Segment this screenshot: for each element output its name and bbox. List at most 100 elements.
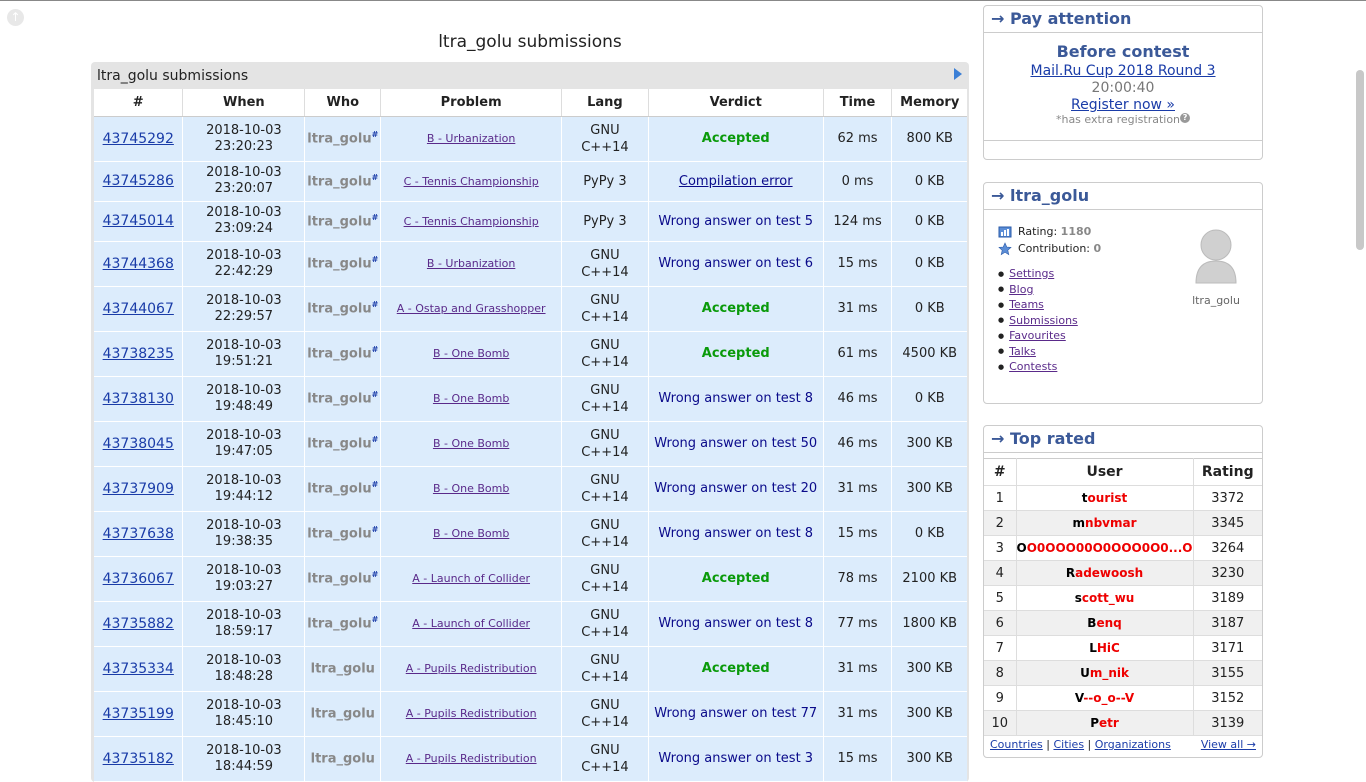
author-name[interactable]: ltra_golu — [307, 132, 371, 147]
table-row: 43735882 2018-10-03 18:59:17 ltra_golu# A - … — [94, 601, 967, 647]
verdict-text: Accepted — [701, 661, 770, 676]
submission-id-link[interactable]: 43744368 — [103, 256, 174, 272]
scroll-top-icon[interactable]: ↑ — [7, 9, 24, 26]
problem-link[interactable]: B - Urbanization — [427, 257, 515, 270]
blog-link[interactable]: Blog — [1009, 283, 1033, 296]
submissions-link[interactable]: Submissions — [1009, 314, 1078, 327]
submission-id-link[interactable]: 43735882 — [103, 616, 174, 632]
author-name[interactable]: ltra_golu — [307, 174, 371, 189]
profile-link-teams[interactable]: Teams — [998, 297, 1078, 313]
help-icon[interactable]: ? — [1180, 113, 1191, 123]
view-all-link[interactable]: View all → — [1201, 738, 1256, 751]
problem-link[interactable]: A - Launch of Collider — [412, 572, 530, 585]
profile-link-contests[interactable]: Contests — [998, 359, 1078, 375]
submission-id-cell: 43737909 — [94, 466, 184, 512]
lang-line-2: C++14 — [581, 444, 629, 460]
lang-cell: GNU C++14 — [561, 421, 649, 467]
countries-link[interactable]: Countries — [990, 738, 1043, 751]
contest-link[interactable]: Mail.Ru Cup 2018 Round 3 — [984, 63, 1262, 79]
submission-id-link[interactable]: 43738045 — [103, 436, 174, 452]
problem-link[interactable]: A - Pupils Redistribution — [406, 662, 537, 675]
memory-cell: 300 KB — [891, 466, 967, 512]
verdict-link[interactable]: Compilation error — [679, 174, 793, 189]
author-name[interactable]: ltra_golu — [307, 617, 371, 632]
organizations-link[interactable]: Organizations — [1095, 738, 1171, 751]
submission-id-link[interactable]: 43745014 — [103, 213, 174, 229]
submission-id-link[interactable]: 43737909 — [103, 481, 174, 497]
verdict-text: Wrong answer on test 5 — [658, 213, 814, 229]
problem-link[interactable]: A - Ostap and Grasshopper — [397, 302, 546, 315]
settings-link[interactable]: Settings — [1009, 267, 1054, 280]
submission-id-link[interactable]: 43735199 — [103, 706, 174, 722]
author-name[interactable]: ltra_golu — [307, 437, 371, 452]
author-name[interactable]: ltra_golu — [307, 527, 371, 542]
teams-link[interactable]: Teams — [1009, 298, 1044, 311]
user-cell[interactable]: V--o_o--V — [1015, 685, 1194, 711]
submission-id-link[interactable]: 43736067 — [103, 571, 174, 587]
author-name[interactable]: ltra_golu — [307, 302, 371, 317]
submission-id-link[interactable]: 43745286 — [103, 173, 174, 189]
problem-link[interactable]: B - One Bomb — [433, 347, 509, 360]
next-arrow-icon[interactable] — [954, 68, 962, 80]
favourites-link[interactable]: Favourites — [1009, 329, 1066, 342]
user-cell[interactable]: OO0OOO00O0OOO0O0...O — [1015, 535, 1194, 561]
profile-link-settings[interactable]: Settings — [998, 266, 1078, 282]
cities-link[interactable]: Cities — [1053, 738, 1084, 751]
author-name[interactable]: ltra_golu — [311, 707, 375, 722]
problem-link[interactable]: A - Pupils Redistribution — [406, 707, 537, 720]
profile-link-submissions[interactable]: Submissions — [998, 313, 1078, 329]
scrollbar[interactable] — [1356, 70, 1364, 250]
problem-link[interactable]: B - One Bomb — [433, 482, 509, 495]
time-cell: 46 ms — [823, 421, 893, 467]
author-name[interactable]: ltra_golu — [311, 662, 375, 677]
lang-line-2: C++14 — [581, 759, 629, 775]
submission-id-link[interactable]: 43735334 — [103, 661, 174, 677]
user-cell[interactable]: LHiC — [1015, 635, 1194, 661]
register-link[interactable]: Register now » — [984, 97, 1262, 113]
submission-id-link[interactable]: 43737638 — [103, 526, 174, 542]
author-name[interactable]: ltra_golu — [307, 572, 371, 587]
problem-link[interactable]: A - Pupils Redistribution — [406, 752, 537, 765]
problem-link[interactable]: B - One Bomb — [433, 437, 509, 450]
submission-time: 23:20:07 — [214, 181, 274, 196]
submission-id-link[interactable]: 43738130 — [103, 391, 174, 407]
problem-link[interactable]: B - Urbanization — [427, 132, 515, 145]
author-name[interactable]: ltra_golu — [307, 482, 371, 497]
author-name[interactable]: ltra_golu — [307, 347, 371, 362]
profile-link-favourites[interactable]: Favourites — [998, 328, 1078, 344]
talks-link[interactable]: Talks — [1009, 345, 1036, 358]
verdict-cell: Compilation error — [648, 161, 824, 202]
user-cell[interactable]: scott_wu — [1015, 585, 1194, 611]
rating-cell: 3171 — [1192, 635, 1262, 661]
author-name[interactable]: ltra_golu — [307, 392, 371, 407]
verdict-cell: Wrong answer on test 8 — [648, 376, 824, 422]
author-name[interactable]: ltra_golu — [307, 257, 371, 272]
author-name[interactable]: ltra_golu — [307, 214, 371, 229]
problem-link[interactable]: C - Tennis Championship — [404, 215, 539, 228]
problem-cell: A - Pupils Redistribution — [380, 646, 562, 692]
submission-id-link[interactable]: 43738235 — [103, 346, 174, 362]
profile-link-blog[interactable]: Blog — [998, 282, 1078, 298]
lang-cell: GNU C++14 — [561, 116, 649, 162]
submission-id-cell: 43735334 — [94, 646, 184, 692]
user-cell[interactable]: tourist — [1015, 485, 1194, 511]
problem-link[interactable]: B - One Bomb — [433, 392, 509, 405]
submission-id-link[interactable]: 43745292 — [103, 131, 174, 147]
problem-link[interactable]: A - Launch of Collider — [412, 617, 530, 630]
lang-line-2: C++14 — [581, 534, 629, 550]
user-cell[interactable]: Um_nik — [1015, 660, 1194, 686]
problem-link[interactable]: B - One Bomb — [433, 527, 509, 540]
submission-id-link[interactable]: 43744067 — [103, 301, 174, 317]
user-cell[interactable]: Radewoosh — [1015, 560, 1194, 586]
submission-id-link[interactable]: 43735182 — [103, 751, 174, 767]
user-cell[interactable]: Benq — [1015, 610, 1194, 636]
user-cell[interactable]: mnbvmar — [1015, 510, 1194, 536]
countdown-timer: 20:00:40 — [1091, 80, 1155, 96]
rating-cell: 3230 — [1192, 560, 1262, 586]
author-name[interactable]: ltra_golu — [311, 752, 375, 767]
profile-link-talks[interactable]: Talks — [998, 344, 1078, 360]
contests-link[interactable]: Contests — [1009, 360, 1057, 373]
user-cell[interactable]: Petr — [1015, 710, 1194, 736]
problem-link[interactable]: C - Tennis Championship — [404, 175, 539, 188]
avatar[interactable] — [1194, 227, 1238, 285]
